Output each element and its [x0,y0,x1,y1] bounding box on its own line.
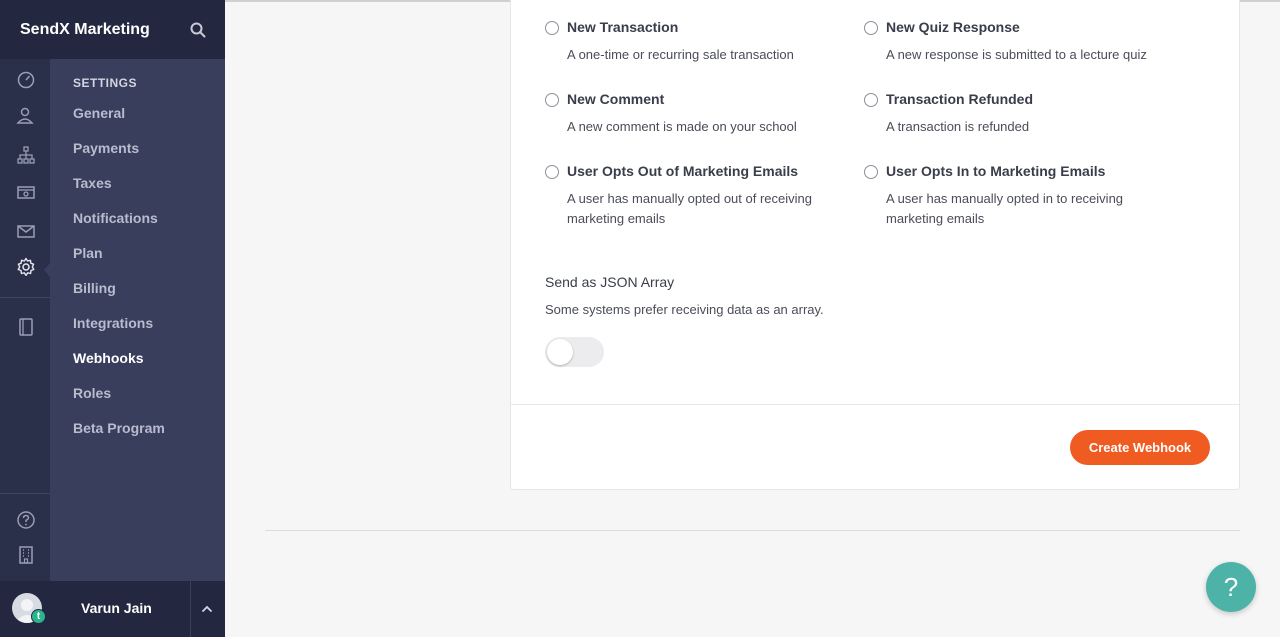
sidebar-item-payments[interactable]: Payments [73,140,139,156]
settings-heading: SETTINGS [73,76,138,90]
dashboard-icon[interactable] [15,68,37,90]
json-array-description: Some systems prefer receiving data as an… [545,302,824,317]
event-radio[interactable] [864,165,878,179]
create-webhook-button[interactable]: Create Webhook [1070,430,1210,465]
help-chat-button[interactable]: ? [1206,562,1256,612]
sidebar-item-notifications[interactable]: Notifications [73,210,158,226]
event-radio[interactable] [545,165,559,179]
sidebar-item-billing[interactable]: Billing [73,280,116,296]
icon-rail [0,59,50,581]
settings-sidebar: SETTINGS General Payments Taxes Notifica… [50,59,225,581]
sidebar-item-general[interactable]: General [73,105,125,121]
user-name[interactable]: Varun Jain [81,600,152,616]
sidebar-item-webhooks[interactable]: Webhooks [73,350,144,366]
event-title: New Comment [567,91,665,107]
sidebar-item-integrations[interactable]: Integrations [73,315,153,331]
event-title: New Quiz Response [886,19,1020,35]
user-bar-divider [190,581,191,637]
event-description: A one-time or recurring sale transaction [567,47,794,62]
sidebar-item-beta-program[interactable]: Beta Program [73,420,165,436]
event-radio[interactable] [864,93,878,107]
brand-name: SendX Marketing [20,20,150,38]
users-icon[interactable] [15,105,37,127]
webhook-form-card: New Transaction A one-time or recurring … [510,0,1240,490]
active-indicator [44,262,51,278]
rail-divider [0,297,50,298]
card-footer-divider [511,404,1239,405]
help-circle-icon[interactable] [15,509,37,531]
sidebar-item-taxes[interactable]: Taxes [73,175,112,191]
sales-icon[interactable] [15,181,37,203]
event-radio[interactable] [545,93,559,107]
event-description: A user has manually opted in to receivin… [886,191,1124,226]
sitemap-icon[interactable] [15,144,37,166]
event-description: A new comment is made on your school [567,119,797,134]
mail-icon[interactable] [15,220,37,242]
page-divider [265,530,1240,531]
toggle-knob [547,339,573,365]
event-title: User Opts In to Marketing Emails [886,163,1106,179]
event-radio[interactable] [545,21,559,35]
event-title: User Opts Out of Marketing Emails [567,163,799,179]
event-title: New Transaction [567,19,679,35]
sidebar-item-roles[interactable]: Roles [73,385,111,401]
search-icon[interactable] [189,21,207,39]
event-title: Transaction Refunded [886,91,1034,107]
chevron-up-icon[interactable] [200,602,214,616]
sidebar-item-plan[interactable]: Plan [73,245,103,261]
user-bar[interactable]: t Varun Jain [0,581,225,637]
json-array-toggle[interactable] [545,337,604,367]
gear-icon[interactable] [15,256,37,278]
building-icon[interactable] [15,544,37,566]
avatar-badge: t [31,609,46,624]
event-radio[interactable] [864,21,878,35]
rail-divider [0,493,50,494]
book-icon[interactable] [15,316,37,338]
event-description: A transaction is refunded [886,119,1030,134]
event-description: A user has manually opted out of receivi… [567,191,812,226]
brand-bar: SendX Marketing [0,0,225,59]
json-array-label: Send as JSON Array [545,274,675,290]
event-description: A new response is submitted to a lecture… [886,47,1147,62]
